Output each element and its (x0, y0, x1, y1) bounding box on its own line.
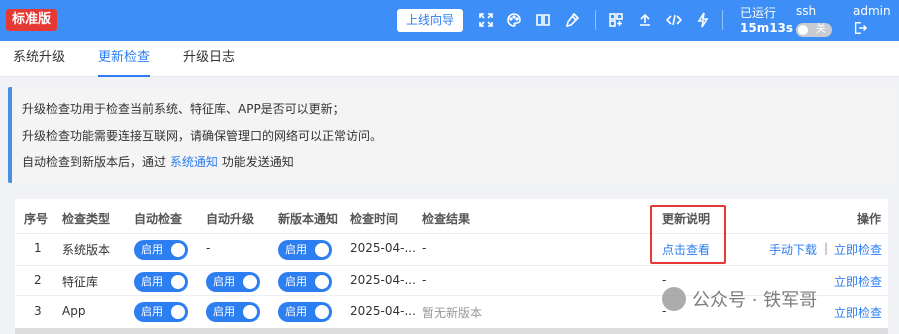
ssh-toggle[interactable]: 关 (796, 23, 832, 37)
tab-system-upgrade[interactable]: 系统升级 (13, 41, 65, 77)
watermark-text: 公众号 · 铁军哥 (692, 290, 818, 311)
row-1-time: 2025-04-... (350, 241, 416, 255)
setup-guide-button[interactable]: 上线向导 (397, 9, 463, 32)
row-3-auto-check-switch[interactable]: 启用 (134, 302, 188, 322)
row-1-check-now-link[interactable]: 立即检查 (834, 241, 882, 258)
toggle-knob (798, 25, 808, 35)
switch-label: 启用 (141, 243, 163, 256)
row-2-auto-upgrade-switch[interactable]: 启用 (206, 272, 260, 292)
switch-label: 启用 (285, 305, 307, 318)
row-2-index: 2 (34, 273, 42, 287)
toolbar-divider (595, 10, 596, 30)
system-notification-link[interactable]: 系统通知 (170, 155, 218, 169)
fullscreen-icon[interactable] (477, 11, 495, 29)
row-2-notify-switch[interactable]: 启用 (278, 272, 332, 292)
row-1-auto-upgrade: - (206, 241, 211, 255)
row-divider (15, 265, 888, 266)
switch-knob (171, 305, 185, 319)
row-3-check-now-link[interactable]: 立即检查 (834, 304, 882, 321)
uptime-value: 15m13s (740, 21, 794, 35)
row-1-notify-switch[interactable]: 启用 (278, 240, 332, 260)
row-2-time: 2025-04-... (350, 273, 416, 287)
tab-update-check[interactable]: 更新检查 (98, 41, 151, 77)
col-result: 检查结果 (422, 212, 471, 226)
palette-icon[interactable] (505, 11, 523, 29)
row-1-auto-check-switch[interactable]: 启用 (134, 240, 188, 260)
switch-label: 启用 (213, 305, 235, 318)
update-notes-highlight (650, 205, 726, 264)
switch-knob (243, 275, 257, 289)
switch-knob (315, 243, 329, 257)
logout-icon[interactable] (853, 21, 868, 35)
code-icon[interactable] (665, 11, 683, 29)
info-panel: 升级检查功用于检查当前系统、特征库、APP是否可以更新； 升级检查功能需要连接互… (8, 87, 895, 183)
wechat-icon (662, 287, 686, 311)
edition-badge: 标准版 (6, 9, 58, 31)
switch-knob (171, 275, 185, 289)
row-3-time: 2025-04-... (350, 304, 416, 318)
row-2-result: - (422, 273, 427, 287)
top-bar: 标准版 上线向导 已运行 15m13s ssh 关 admin (0, 0, 899, 41)
toolbar-divider (722, 10, 723, 30)
uptime-label: 已运行 (740, 6, 777, 20)
tab-bar: 系统升级 更新检查 升级日志 (0, 41, 899, 77)
username[interactable]: admin (853, 4, 891, 18)
col-type: 检查类型 (62, 212, 111, 226)
switch-knob (171, 243, 185, 257)
flash-icon[interactable] (694, 11, 712, 29)
row-1-index: 1 (34, 241, 42, 255)
row-3-result: 暂无新版本 (422, 306, 483, 320)
col-ops: 操作 (857, 212, 882, 226)
row-3-type: App (62, 304, 86, 318)
col-time: 检查时间 (350, 212, 399, 226)
info-line-3-suffix: 功能发送通知 (221, 155, 294, 169)
ssh-state: 关 (816, 24, 826, 35)
switch-label: 启用 (285, 275, 307, 288)
row-2-notes: - (662, 273, 667, 287)
clean-icon[interactable] (563, 11, 581, 29)
switch-label: 启用 (285, 243, 307, 256)
switch-knob (243, 305, 257, 319)
switch-knob (315, 305, 329, 319)
info-line-3: 自动检查到新版本后，通过 系统通知 功能发送通知 (22, 153, 294, 170)
row-1-manual-download-link[interactable]: 手动下载 (769, 241, 817, 258)
switch-knob (315, 275, 329, 289)
row-3-index: 3 (34, 304, 42, 318)
row-2-auto-check-switch[interactable]: 启用 (134, 272, 188, 292)
info-line-3-prefix: 自动检查到新版本后，通过 (22, 155, 167, 169)
switch-label: 启用 (141, 305, 163, 318)
row-2-type: 特征库 (62, 275, 99, 289)
ssh-label: ssh (796, 4, 817, 18)
watermark: 公众号 · 铁军哥 (662, 286, 817, 312)
row-2-check-now-link[interactable]: 立即检查 (834, 273, 882, 290)
switch-label: 启用 (213, 275, 235, 288)
col-index: 序号 (24, 212, 49, 226)
check-table: 序号 检查类型 自动检查 自动升级 新版本通知 检查时间 检查结果 更新说明 操… (15, 199, 888, 334)
op-separator: | (824, 241, 829, 255)
book-icon[interactable] (534, 11, 552, 29)
row-1-result: - (422, 241, 427, 255)
switch-label: 启用 (141, 275, 163, 288)
row-1-type: 系统版本 (62, 243, 111, 257)
row-3-auto-upgrade-switch[interactable]: 启用 (206, 302, 260, 322)
info-line-2: 升级检查功能需要连接互联网，请确保管理口的网络可以正常访问。 (22, 129, 383, 143)
apps-icon[interactable] (607, 11, 625, 29)
col-auto-upgrade: 自动升级 (206, 212, 255, 226)
col-auto-check: 自动检查 (134, 212, 183, 226)
col-notify: 新版本通知 (278, 212, 339, 226)
row-3-notify-switch[interactable]: 启用 (278, 302, 332, 322)
row-divider (15, 233, 888, 234)
info-line-1: 升级检查功用于检查当前系统、特征库、APP是否可以更新； (22, 102, 345, 116)
tab-upgrade-log[interactable]: 升级日志 (183, 41, 235, 77)
horizontal-scrollbar[interactable] (15, 328, 888, 334)
upgrade-icon[interactable] (636, 11, 654, 29)
